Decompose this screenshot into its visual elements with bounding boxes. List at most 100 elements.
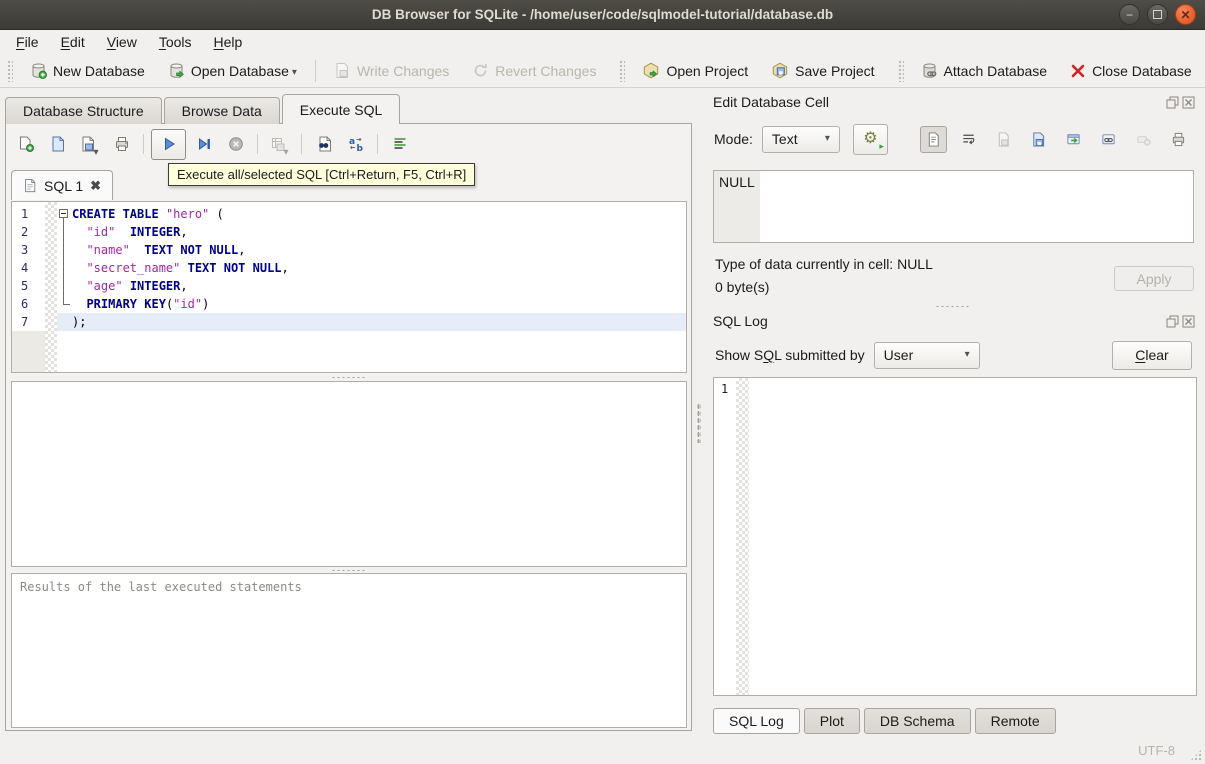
code-area[interactable]: CREATE TABLE "hero" ( "id" INTEGER, "nam… bbox=[57, 202, 686, 372]
cell-value-editor[interactable]: NULL bbox=[713, 170, 1194, 243]
minimize-button[interactable]: − bbox=[1119, 4, 1140, 25]
attach-database-button[interactable]: Attach Database bbox=[911, 58, 1058, 83]
code-line: "id" INTEGER, bbox=[57, 223, 686, 241]
write-changes-button[interactable]: Write Changes bbox=[324, 58, 459, 83]
menu-help[interactable]: Help bbox=[203, 32, 254, 52]
mode-select[interactable]: Text ▾ bbox=[761, 125, 840, 153]
project-save-icon bbox=[772, 62, 788, 79]
menu-file[interactable]: File bbox=[5, 32, 50, 52]
tab-db-schema[interactable]: DB Schema bbox=[863, 708, 971, 734]
stop-execution-button[interactable] bbox=[221, 130, 250, 159]
tab-sql-log[interactable]: SQL Log bbox=[713, 708, 800, 734]
maximize-button[interactable] bbox=[1147, 4, 1168, 25]
import-cell-button[interactable] bbox=[990, 126, 1017, 153]
toolbar-drag-handle[interactable] bbox=[619, 59, 626, 82]
find-button[interactable] bbox=[309, 130, 338, 159]
new-database-button[interactable]: New Database bbox=[20, 58, 155, 83]
app-window: DB Browser for SQLite - /home/user/code/… bbox=[0, 0, 1205, 764]
sql-file-icon bbox=[25, 178, 36, 193]
toolbar-drag-handle[interactable] bbox=[897, 59, 904, 82]
write-changes-icon bbox=[336, 63, 348, 78]
close-database-button[interactable]: Close Database bbox=[1060, 59, 1202, 83]
maximize-icon bbox=[1153, 10, 1162, 19]
tab-execute-sql[interactable]: Execute SQL bbox=[281, 94, 401, 124]
toolbar-drag-handle[interactable] bbox=[7, 59, 13, 82]
format-sql-button[interactable] bbox=[385, 130, 414, 159]
revert-changes-button[interactable]: Revert Changes bbox=[462, 58, 606, 83]
text-document-icon bbox=[928, 131, 939, 147]
open-database-dropdown-icon[interactable]: ▾ bbox=[292, 68, 297, 78]
database-plus-icon bbox=[32, 63, 47, 79]
sql-log-view[interactable]: 1 bbox=[713, 377, 1197, 696]
code-line: CREATE TABLE "hero" ( bbox=[57, 205, 686, 223]
tab-plot[interactable]: Plot bbox=[803, 708, 860, 734]
link-data-button[interactable] bbox=[1095, 126, 1122, 153]
sql-code-editor[interactable]: 1 2 3 4 5 6 7 CREATE TABLE "hero" ( "id"… bbox=[11, 201, 687, 373]
word-wrap-icon bbox=[963, 134, 975, 144]
code-line: "age" INTEGER, bbox=[57, 277, 686, 295]
dock-close-icon[interactable] bbox=[1182, 96, 1195, 109]
dock-float-icon[interactable] bbox=[1166, 315, 1179, 328]
execute-current-line-button[interactable] bbox=[189, 130, 218, 159]
text-mode-button[interactable] bbox=[920, 125, 947, 153]
menu-edit[interactable]: Edit bbox=[50, 32, 96, 52]
results-placeholder: Results of the last executed statements bbox=[20, 580, 302, 594]
open-sql-file-button[interactable] bbox=[43, 130, 72, 159]
fold-marker-collapse[interactable] bbox=[57, 205, 72, 223]
print-cell-button[interactable] bbox=[1165, 126, 1192, 153]
menu-view[interactable]: View bbox=[96, 32, 148, 52]
resize-grip[interactable] bbox=[1190, 749, 1202, 761]
apply-button[interactable]: Apply bbox=[1114, 266, 1194, 291]
line-number-gutter: 1 2 3 4 5 6 7 bbox=[12, 202, 45, 372]
code-line: "secret_name" TEXT NOT NULL, bbox=[57, 259, 686, 277]
tab-database-structure[interactable]: Database Structure bbox=[5, 97, 162, 124]
export-cell-button[interactable] bbox=[1025, 126, 1052, 153]
open-in-app-button[interactable] bbox=[1060, 126, 1087, 153]
main-toolbar: New Database Open Database ▾ Write Chang… bbox=[0, 54, 1205, 88]
save-project-button[interactable]: Save Project bbox=[761, 58, 884, 83]
tab-browse-data[interactable]: Browse Data bbox=[163, 97, 280, 124]
sql-1-tab[interactable]: SQL 1 ✖ bbox=[11, 170, 114, 200]
close-button[interactable]: ✕ bbox=[1175, 4, 1196, 25]
open-project-button[interactable]: Open Project bbox=[632, 58, 758, 83]
save-results-dropdown-icon[interactable]: ▾ bbox=[283, 147, 288, 158]
open-sql-file-icon bbox=[52, 136, 64, 152]
tab-remote[interactable]: Remote bbox=[974, 708, 1056, 734]
save-sql-file-button[interactable]: ▾ bbox=[75, 130, 104, 159]
set-null-icon bbox=[1137, 135, 1151, 146]
sql-tab-close-icon[interactable]: ✖ bbox=[90, 179, 101, 192]
close-database-icon bbox=[1071, 64, 1085, 77]
sql-log-header: SQL Log bbox=[713, 312, 1195, 330]
menu-tools[interactable]: Tools bbox=[148, 32, 203, 52]
log-symbol-margin bbox=[736, 378, 749, 695]
splitter-handle[interactable] bbox=[11, 374, 687, 380]
find-replace-button[interactable]: ab bbox=[341, 130, 370, 159]
save-as-icon bbox=[1033, 131, 1045, 147]
new-sql-tab-button[interactable] bbox=[11, 130, 40, 159]
dock-close-icon[interactable] bbox=[1182, 315, 1195, 328]
sql-log-filter-row: Show SQL submitted by User ▾ Clear bbox=[715, 340, 1192, 370]
dock-float-icon[interactable] bbox=[1166, 96, 1179, 109]
revert-changes-icon bbox=[475, 63, 487, 77]
execute-sql-button[interactable] bbox=[151, 128, 186, 160]
set-null-button[interactable] bbox=[1130, 126, 1157, 153]
format-sql-icon bbox=[394, 138, 405, 149]
save-sql-dropdown-icon[interactable]: ▾ bbox=[93, 147, 98, 158]
toolbar-separator bbox=[143, 134, 144, 154]
save-results-button[interactable]: ▾ bbox=[265, 130, 294, 159]
import-icon bbox=[998, 131, 1009, 147]
word-wrap-button[interactable] bbox=[955, 126, 982, 153]
open-database-button[interactable]: Open Database ▾ bbox=[158, 58, 307, 83]
auto-apply-button[interactable]: ⚙ ▸ bbox=[852, 123, 888, 155]
database-attach-icon bbox=[923, 63, 936, 78]
dock-splitter-handle[interactable] bbox=[706, 303, 1200, 309]
code-line: PRIMARY KEY("id") bbox=[57, 295, 686, 313]
filter-label: Show SQL submitted by bbox=[715, 347, 865, 363]
vertical-splitter-handle[interactable] bbox=[697, 403, 701, 443]
clear-log-button[interactable]: Clear bbox=[1112, 340, 1192, 370]
statusbar: UTF-8 bbox=[0, 737, 1205, 764]
print-sql-button[interactable] bbox=[107, 130, 136, 159]
log-source-select[interactable]: User ▾ bbox=[873, 341, 980, 369]
open-external-icon bbox=[1067, 133, 1080, 144]
log-select-caret-icon: ▾ bbox=[964, 349, 970, 360]
